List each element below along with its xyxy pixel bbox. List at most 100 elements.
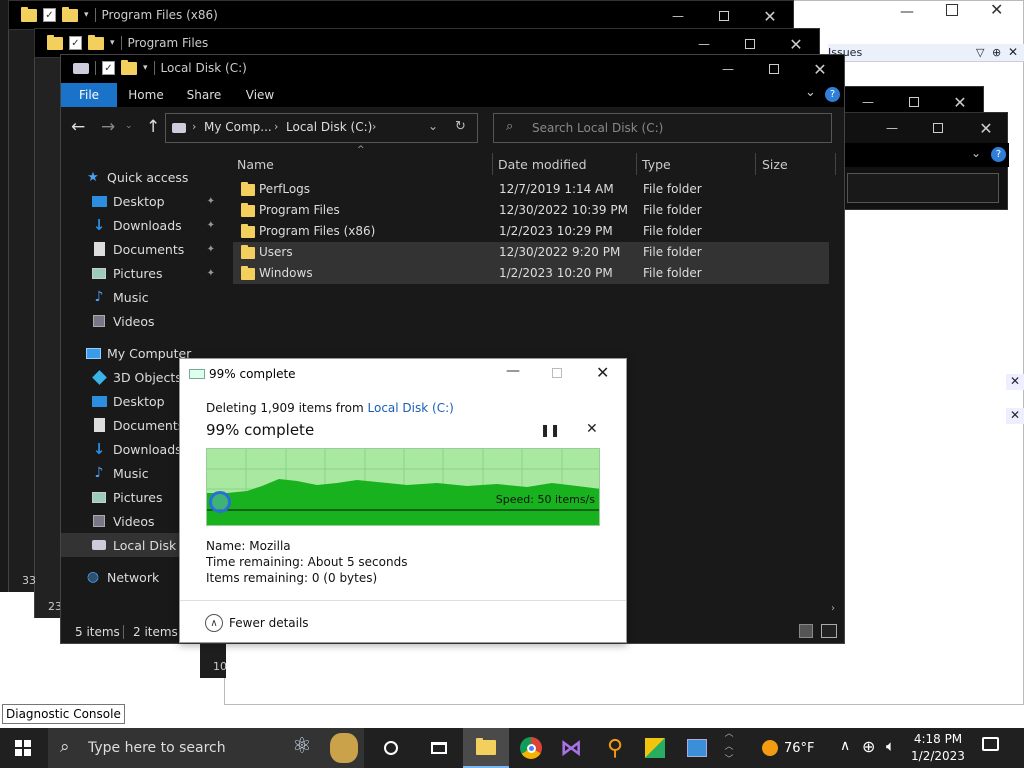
breadcrumb-my-computer[interactable]: My Comp... xyxy=(204,120,272,134)
close-icon[interactable]: ✕ xyxy=(1008,45,1018,59)
volume-icon[interactable]: 🔈︎ xyxy=(886,737,895,755)
close-button[interactable]: ✕ xyxy=(797,55,843,83)
pin-icon[interactable]: ✦ xyxy=(207,220,215,231)
tab-file[interactable]: File xyxy=(61,83,117,107)
breadcrumb-separator-icon[interactable]: › xyxy=(372,120,376,133)
cancel-icon[interactable]: ✕ xyxy=(586,421,598,437)
properties-icon[interactable]: ✓ xyxy=(43,8,56,22)
table-row[interactable]: Windows 1/2/2023 10:20 PM File folder xyxy=(233,263,829,284)
restore-icon[interactable] xyxy=(946,4,958,16)
minimize-button[interactable]: — xyxy=(869,113,915,143)
close-button[interactable]: ✕ xyxy=(747,1,793,31)
nav-documents[interactable]: Documents xyxy=(91,413,184,437)
up-arrow-icon[interactable]: ↑ xyxy=(146,117,160,137)
close-button[interactable]: ✕ xyxy=(596,363,609,382)
help-icon[interactable]: ? xyxy=(825,87,840,102)
scroll-right-icon[interactable]: › xyxy=(831,603,835,614)
nav-quick-pictures[interactable]: Pictures ✦ xyxy=(91,261,219,285)
column-type[interactable]: Type xyxy=(642,151,756,177)
properties-icon[interactable]: ✓ xyxy=(102,61,115,75)
column-divider[interactable] xyxy=(492,153,493,175)
nav-quick-downloads[interactable]: ↓ Downloads ✦ xyxy=(91,213,219,237)
large-icons-view-icon[interactable] xyxy=(821,624,837,638)
address-bar[interactable]: › My Comp... › Local Disk (C:) › ⌄ ↻ xyxy=(165,113,478,143)
tab-home[interactable]: Home xyxy=(117,83,175,107)
taskbar-search[interactable]: ⌕ Type here to search ⚛ xyxy=(48,728,364,768)
maximize-button[interactable] xyxy=(751,55,797,83)
control-panel-taskbar[interactable] xyxy=(674,728,720,768)
pause-icon[interactable]: ❚❚ xyxy=(540,423,560,437)
address-dropdown-icon[interactable]: ⌄ xyxy=(428,119,438,133)
tray-chevron-icon[interactable]: ∧ xyxy=(840,738,850,754)
breadcrumb-separator-icon[interactable]: › xyxy=(274,120,278,133)
table-row[interactable]: Program Files 12/30/2022 10:39 PM File f… xyxy=(233,200,829,221)
column-name[interactable]: Name xyxy=(237,151,493,177)
minimize-button[interactable]: — xyxy=(655,1,701,31)
table-row[interactable]: Program Files (x86) 1/2/2023 10:29 PM Fi… xyxy=(233,221,829,242)
side-close-icon[interactable]: ✕ xyxy=(1006,408,1024,424)
nav-downloads[interactable]: ↓ Downloads xyxy=(91,437,182,461)
nav-pictures[interactable]: Pictures xyxy=(91,485,163,509)
column-size[interactable]: Size xyxy=(762,151,832,177)
task-view-button[interactable] xyxy=(368,728,414,768)
close-button[interactable]: ✕ xyxy=(963,113,1009,143)
dropdown-icon[interactable]: ▽ xyxy=(976,46,984,59)
pin-icon[interactable]: ⊕ xyxy=(992,46,1001,59)
qat-dropdown-icon[interactable]: ▾ xyxy=(110,38,115,48)
refresh-icon[interactable]: ↻ xyxy=(455,119,466,134)
column-date[interactable]: Date modified xyxy=(498,151,638,177)
help-icon[interactable]: ? xyxy=(991,147,1006,162)
close-button[interactable]: ✕ xyxy=(990,0,1003,19)
breadcrumb-local-disk[interactable]: Local Disk (C:) xyxy=(286,120,372,134)
nav-3d-objects[interactable]: 3D Objects xyxy=(91,365,182,389)
nav-videos[interactable]: Videos xyxy=(91,509,155,533)
nav-network[interactable]: ◍ Network xyxy=(85,565,159,589)
nav-quick-videos[interactable]: Videos xyxy=(91,309,155,333)
nav-quick-access[interactable]: ★ Quick access xyxy=(85,165,188,189)
tab-view[interactable]: View xyxy=(233,83,287,107)
pin-icon[interactable]: ✦ xyxy=(207,244,215,255)
nav-quick-desktop[interactable]: Desktop ✦ xyxy=(91,189,219,213)
pin-icon[interactable]: ✦ xyxy=(207,196,215,207)
file-explorer-taskbar[interactable] xyxy=(463,728,509,768)
notification-icon[interactable] xyxy=(982,737,999,751)
chevron-down-icon[interactable]: ⌄ xyxy=(805,85,816,100)
start-button[interactable] xyxy=(0,728,46,768)
breadcrumb-separator-icon[interactable]: › xyxy=(192,120,196,133)
qat-dropdown-icon[interactable]: ▾ xyxy=(143,63,148,73)
properties-icon[interactable]: ✓ xyxy=(69,36,82,50)
chevron-down-icon[interactable]: ⌄ xyxy=(971,146,981,160)
fewer-details-button[interactable]: ∧ Fewer details xyxy=(205,613,309,633)
new-folder-icon[interactable] xyxy=(121,59,137,75)
column-divider[interactable] xyxy=(755,153,756,175)
new-folder-icon[interactable] xyxy=(62,6,78,22)
table-row[interactable]: PerfLogs 12/7/2019 1:14 AM File folder xyxy=(233,179,829,200)
side-close-icon[interactable]: ✕ xyxy=(1006,374,1024,390)
minimize-button[interactable]: — xyxy=(506,363,520,379)
column-divider[interactable] xyxy=(835,153,836,175)
nav-quick-documents[interactable]: Documents ✦ xyxy=(91,237,219,261)
pin-icon[interactable]: ✦ xyxy=(207,268,215,279)
task-view-icon[interactable] xyxy=(416,728,462,768)
back-arrow-icon[interactable]: ← xyxy=(71,117,85,137)
recent-dropdown-icon[interactable]: ⌄ xyxy=(125,121,133,131)
weather-widget[interactable]: 76°F xyxy=(762,728,830,768)
clock[interactable]: 4:18 PM 1/2/2023 xyxy=(906,731,970,765)
globe-icon[interactable]: ⊕ xyxy=(862,737,875,756)
minimize-button[interactable]: — xyxy=(705,55,751,83)
search-box[interactable]: ⌕ Search Local Disk (C:) xyxy=(493,113,832,143)
maximize-button[interactable] xyxy=(915,113,961,143)
maximize-button[interactable] xyxy=(552,368,562,378)
app-taskbar[interactable] xyxy=(632,728,678,768)
table-row[interactable]: Users 12/30/2022 9:20 PM File folder xyxy=(233,242,829,263)
nav-quick-music[interactable]: ♪ Music xyxy=(91,285,149,309)
tab-share[interactable]: Share xyxy=(175,83,233,107)
search-box[interactable] xyxy=(847,173,999,203)
new-folder-icon[interactable] xyxy=(88,34,104,50)
maximize-button[interactable] xyxy=(701,1,747,31)
details-view-icon[interactable] xyxy=(799,624,813,638)
deleting-source-link[interactable]: Local Disk (C:) xyxy=(368,401,454,415)
visual-studio-taskbar[interactable]: ⋈ xyxy=(548,728,594,768)
nav-my-computer[interactable]: My Computer xyxy=(85,341,191,365)
forward-arrow-icon[interactable]: → xyxy=(101,117,115,137)
